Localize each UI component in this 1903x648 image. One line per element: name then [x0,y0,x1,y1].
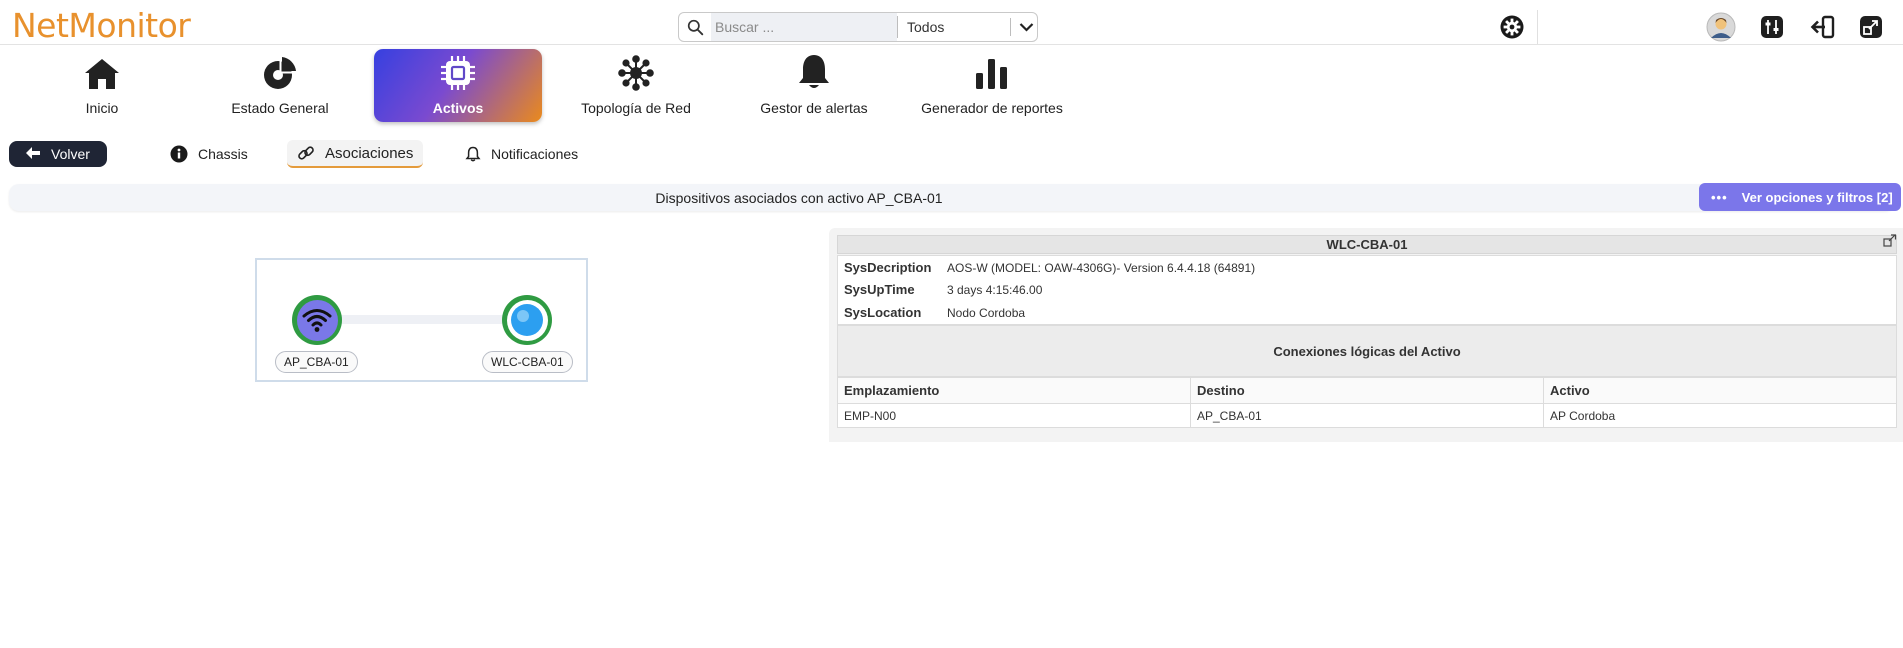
nav-item-estado-general[interactable]: Estado General [196,49,364,122]
expand-icon[interactable] [1883,234,1897,252]
bell-icon [465,146,481,162]
graph-link [317,315,527,324]
chevron-down-icon[interactable] [1015,22,1037,32]
app-logo[interactable]: NetMonitor [12,6,191,45]
main-nav: Inicio Estado General Activos Topología … [0,48,1100,124]
tab-label: Asociaciones [325,144,414,162]
graph-node-label: AP_CBA-01 [275,351,358,373]
bell-icon [730,49,898,91]
device-detail-panel: WLC-CBA-01 SysDecription AOS-W (MODEL: OA… [829,228,1903,442]
home-icon [18,49,186,91]
connections-table: Emplazamiento Destino Activo EMP-N00 AP_… [837,377,1897,428]
sys-row-location: SysLocation Nodo Cordoba [844,305,1026,320]
column-header[interactable]: Activo [1543,377,1897,404]
section-title: Dispositivos asociados con activo AP_CBA… [655,190,943,206]
table-row[interactable]: EMP-N00 AP_CBA-01 AP Cordoba [837,403,1897,428]
bar-chart-icon [908,49,1076,91]
search-icon[interactable] [679,13,711,41]
nav-item-topologia[interactable]: Topología de Red [552,49,720,122]
sliders-icon[interactable] [1757,12,1787,42]
graph-node-wlc[interactable] [502,295,552,345]
back-button-label: Volver [51,146,90,162]
info-icon [170,145,188,163]
back-button[interactable]: Volver [9,141,107,167]
device-title: WLC-CBA-01 [837,235,1897,254]
top-bar: NetMonitor Todos [0,0,1903,45]
link-icon [297,144,315,162]
user-avatar-icon[interactable] [1706,12,1736,42]
sys-row-description: SysDecription AOS-W (MODEL: OAW-4306G)- V… [844,260,1256,275]
tab-label: Chassis [198,146,248,162]
sys-info-box: SysDecription AOS-W (MODEL: OAW-4306G)- V… [837,255,1897,325]
table-cell: EMP-N00 [837,403,1191,428]
options-filters-label: Ver opciones y filtros [2] [1741,189,1893,205]
nav-item-label: Activos [432,100,484,116]
table-cell: AP Cordoba [1543,403,1897,428]
association-graph[interactable]: AP_CBA-01 WLC-CBA-01 [255,258,588,382]
gear-icon[interactable] [1500,15,1524,39]
tab-chassis[interactable]: Chassis [170,140,248,168]
more-dots-icon: ••• [1711,189,1728,205]
nav-item-label: Estado General [231,100,329,116]
tab-notificaciones[interactable]: Notificaciones [465,140,578,168]
network-icon [552,49,720,91]
external-window-icon[interactable] [1856,12,1886,42]
search-input[interactable] [711,13,897,41]
sys-row-uptime: SysUpTime 3 days 4:15:46.00 [844,282,1043,297]
graph-node-ap[interactable] [292,295,342,345]
connections-title: Conexiones lógicas del Activo [837,325,1897,377]
pie-chart-icon [196,49,364,91]
nav-item-inicio[interactable]: Inicio [18,49,186,122]
search-scope-select[interactable]: Todos [898,19,1010,35]
controller-icon [506,299,548,341]
search-bar: Todos [678,12,1038,42]
nav-item-label: Topología de Red [581,100,691,116]
column-header[interactable]: Destino [1190,377,1544,404]
options-filters-button[interactable]: ••• Ver opciones y filtros [2] [1699,183,1901,211]
section-title-bar: Dispositivos asociados con activo AP_CBA… [9,183,1901,211]
tab-label: Notificaciones [491,146,579,162]
chip-icon [374,49,542,91]
tab-asociaciones[interactable]: Asociaciones [287,140,424,168]
nav-item-alertas[interactable]: Gestor de alertas [730,49,898,122]
graph-node-label: WLC-CBA-01 [482,351,573,373]
nav-item-reportes[interactable]: Generador de reportes [908,49,1076,122]
arrow-left-icon [25,146,41,163]
table-cell: AP_CBA-01 [1190,403,1544,428]
column-header[interactable]: Emplazamiento [837,377,1191,404]
wifi-icon [296,299,338,341]
table-header-row: Emplazamiento Destino Activo [837,377,1897,404]
nav-item-label: Generador de reportes [921,100,1063,116]
nav-item-label: Gestor de alertas [760,100,868,116]
logout-icon[interactable] [1808,12,1838,42]
nav-item-label: Inicio [85,100,119,116]
toolbar-divider [1537,10,1538,44]
nav-item-activos[interactable]: Activos [374,49,542,122]
select-divider [1010,18,1011,36]
